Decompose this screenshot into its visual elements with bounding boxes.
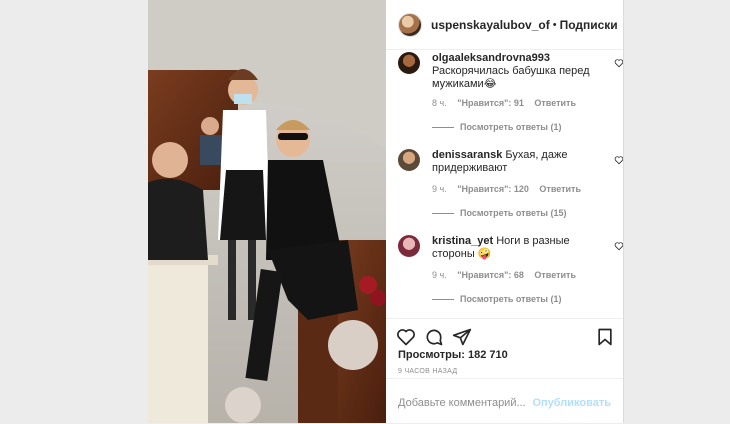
commenter-avatar[interactable]: [398, 149, 420, 171]
like-comment-icon[interactable]: [614, 155, 623, 165]
comment-text-block: olgaaleksandrovna993 Раскорячилась бабуш…: [432, 52, 604, 91]
heart-icon[interactable]: [396, 327, 416, 347]
view-replies-button[interactable]: Посмотреть ответы (15): [432, 208, 566, 218]
bookmark-icon[interactable]: [595, 327, 615, 347]
comment-text-block: kristina_yet Ноги в разные стороны 🤪: [432, 235, 604, 261]
post-panel: uspenskayalubov_of • Подписки olgaaleksa…: [386, 0, 624, 423]
post-video[interactable]: [148, 0, 386, 423]
publish-button[interactable]: Опубликовать: [532, 397, 611, 409]
share-icon[interactable]: [452, 327, 472, 347]
like-comment-icon[interactable]: [614, 241, 623, 251]
like-comment-icon[interactable]: [614, 58, 623, 68]
add-comment-input[interactable]: Добавьте комментарий...: [398, 397, 526, 409]
reply-button[interactable]: Ответить: [539, 184, 581, 194]
header-separator: •: [552, 18, 557, 31]
commenter-username[interactable]: kristina_yet: [432, 235, 493, 247]
replies-divider: [432, 126, 454, 128]
views-count[interactable]: Просмотры: 182 710: [398, 349, 508, 361]
replies-divider: [432, 212, 454, 214]
commenter-avatar[interactable]: [398, 52, 420, 74]
view-replies-label: Посмотреть ответы (1): [460, 122, 562, 132]
comment-likes[interactable]: "Нравится": 120: [457, 184, 529, 194]
view-replies-label: Посмотреть ответы (15): [460, 208, 567, 218]
comment-meta: 8 ч. "Нравится": 91 Ответить: [432, 98, 584, 108]
add-comment-bar: Добавьте комментарий... Опубликовать: [386, 378, 623, 424]
comment-text-block: denissaransk Бухая, даже придерживают: [432, 149, 604, 175]
comment-meta: 9 ч. "Нравится": 120 Ответить: [432, 184, 589, 194]
view-replies-button[interactable]: Посмотреть ответы (1): [432, 294, 561, 304]
comment-likes[interactable]: "Нравится": 68: [457, 270, 524, 280]
follow-button[interactable]: Подписки: [560, 18, 618, 32]
view-replies-label: Посмотреть ответы (1): [460, 294, 562, 304]
comment-time: 9 ч.: [432, 184, 447, 194]
author-username[interactable]: uspenskayalubov_of: [431, 18, 550, 32]
view-replies-button[interactable]: Посмотреть ответы (1): [432, 122, 561, 132]
commenter-username[interactable]: denissaransk: [432, 149, 502, 161]
comment-time: 9 ч.: [432, 270, 447, 280]
comment-icon[interactable]: [424, 327, 444, 347]
comment-likes[interactable]: "Нравится": 91: [457, 98, 524, 108]
post-header: uspenskayalubov_of • Подписки: [386, 0, 623, 50]
reply-button[interactable]: Ответить: [534, 270, 576, 280]
post-time: 9 ЧАСОВ НАЗАД: [398, 368, 458, 375]
commenter-avatar[interactable]: [398, 235, 420, 257]
comments-list[interactable]: olgaaleksandrovna993 Раскорячилась бабуш…: [386, 50, 623, 318]
comment-meta: 9 ч. "Нравится": 68 Ответить: [432, 270, 584, 280]
reply-button[interactable]: Ответить: [534, 98, 576, 108]
comment-text: Раскорячилась бабушка перед мужиками😂: [432, 65, 590, 90]
replies-divider: [432, 298, 454, 300]
commenter-username[interactable]: olgaaleksandrovna993: [432, 52, 550, 64]
video-frame-illustration: [148, 0, 386, 423]
author-avatar[interactable]: [398, 12, 422, 37]
comment-time: 8 ч.: [432, 98, 447, 108]
